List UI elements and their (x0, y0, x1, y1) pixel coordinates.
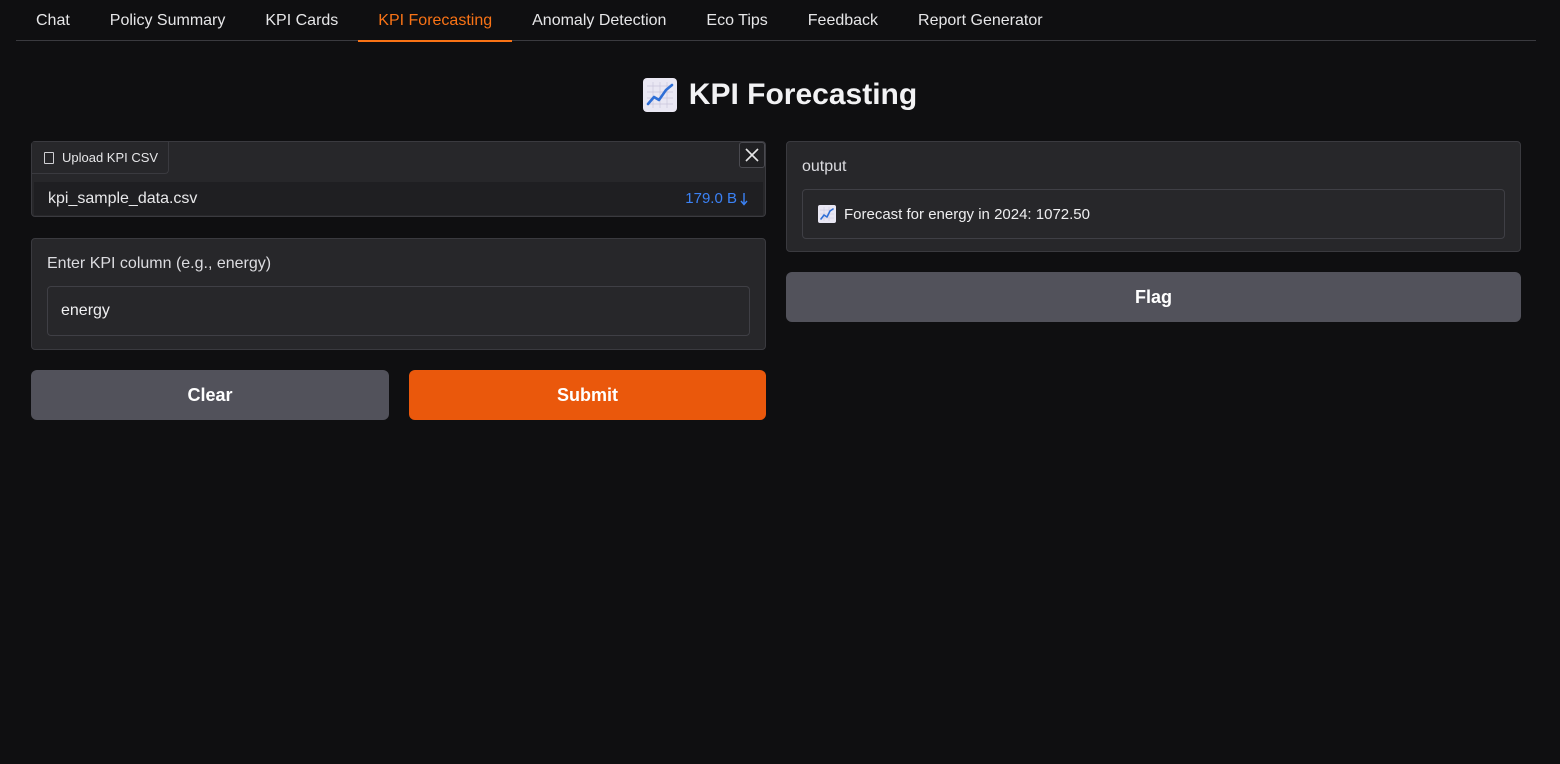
upload-label: Upload KPI CSV (32, 142, 170, 174)
tab-kpi-forecasting[interactable]: KPI Forecasting (358, 0, 512, 42)
tab-report-generator[interactable]: Report Generator (898, 0, 1063, 41)
clear-button[interactable]: Clear (31, 370, 389, 420)
tab-anomaly-detection[interactable]: Anomaly Detection (512, 0, 686, 41)
output-label: output (802, 158, 847, 175)
chart-increasing-icon (818, 205, 836, 223)
output-panel: output Forecast for energy in 2024: 1072… (786, 141, 1521, 252)
upload-label-text: Upload KPI CSV (62, 150, 159, 165)
tab-bar: Chat Policy Summary KPI Cards KPI Foreca… (16, 0, 1536, 42)
submit-button[interactable]: Submit (409, 370, 766, 420)
uploaded-file-row: kpi_sample_data.csv 179.0 B (34, 182, 763, 215)
chart-increasing-icon (642, 78, 677, 112)
file-size: 179.0 B (685, 190, 737, 207)
close-icon (745, 148, 759, 162)
clear-file-button[interactable] (739, 142, 765, 168)
flag-button[interactable]: Flag (786, 272, 1521, 322)
output-textbox[interactable]: Forecast for energy in 2024: 1072.50 (802, 189, 1505, 239)
tab-policy-summary[interactable]: Policy Summary (90, 0, 246, 41)
output-text: Forecast for energy in 2024: 1072.50 (844, 205, 1090, 223)
tab-chat[interactable]: Chat (16, 0, 90, 41)
file-name: kpi_sample_data.csv (48, 189, 198, 207)
kpi-column-panel: Enter KPI column (e.g., energy) (31, 238, 766, 350)
download-arrow-icon (740, 192, 748, 206)
tab-feedback[interactable]: Feedback (788, 0, 898, 41)
kpi-column-label: Enter KPI column (e.g., energy) (47, 255, 272, 272)
file-icon (44, 151, 54, 164)
tab-kpi-cards[interactable]: KPI Cards (245, 0, 358, 41)
kpi-column-input[interactable] (47, 286, 750, 336)
file-upload-panel[interactable]: Upload KPI CSV kpi_sample_data.csv 179.0… (31, 141, 766, 217)
page-title-row: KPI Forecasting (0, 78, 1560, 112)
file-download-link[interactable]: 179.0 B (685, 190, 749, 207)
tab-eco-tips[interactable]: Eco Tips (686, 0, 787, 41)
page-title: KPI Forecasting (688, 78, 918, 111)
